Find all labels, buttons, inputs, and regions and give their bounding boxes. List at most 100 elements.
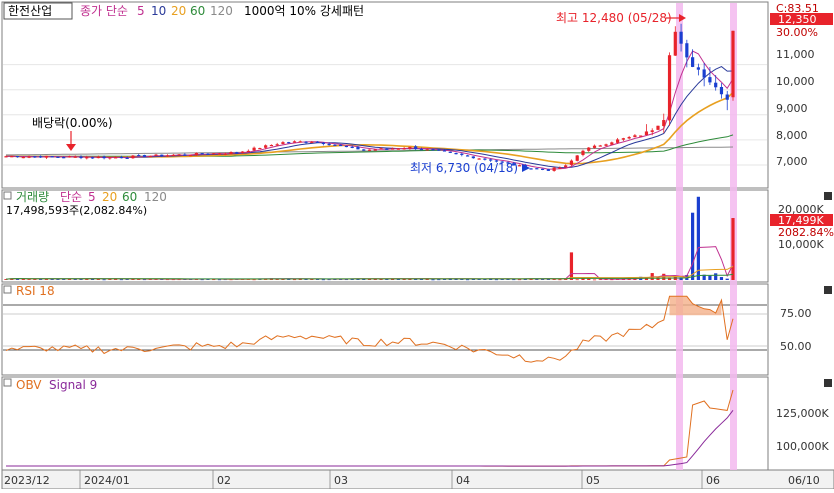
candle-up [148, 155, 152, 158]
volume-value-text: 17,498,593주(2,082.84%) [6, 204, 147, 217]
candle-down [142, 155, 147, 157]
x-axis-label: 06 [706, 474, 720, 487]
ma-period-20: 20 [171, 4, 186, 18]
obv-close-icon[interactable] [824, 379, 832, 387]
candle-up [240, 151, 245, 153]
x-axis-label: 05 [586, 474, 600, 487]
candle-down [529, 168, 533, 170]
candle-down [414, 146, 418, 150]
candle-up [264, 145, 268, 148]
candle-up [673, 31, 677, 56]
obv-signal-label: Signal 9 [49, 378, 97, 392]
obv-panel[interactable] [1, 376, 769, 471]
candle-down [333, 144, 337, 146]
candle-down [315, 141, 320, 143]
candle-up [639, 135, 643, 137]
volume-bar [592, 279, 597, 281]
candle-up [27, 156, 31, 158]
candle-up [662, 120, 666, 127]
candle-up [564, 165, 568, 168]
candle-down [725, 94, 729, 100]
candle-up [379, 148, 383, 150]
candle-up [616, 139, 620, 143]
candle-down [39, 156, 43, 158]
volume-axis-label: 10,000K [778, 238, 824, 251]
candle-up [396, 148, 400, 150]
candle-down [321, 142, 325, 145]
candle-up [85, 157, 89, 159]
candle-down [90, 157, 95, 159]
rsi-close-icon[interactable] [824, 286, 832, 294]
obv-axis-label: 100,000K [776, 440, 829, 453]
candle-down [102, 156, 106, 159]
obv-collapse-icon[interactable] [3, 378, 12, 387]
candle-up [517, 165, 522, 167]
candle-up [477, 158, 481, 160]
volume-collapse-icon[interactable] [3, 191, 12, 200]
candle-up [569, 160, 574, 165]
candle-down [160, 154, 164, 157]
candle-down [33, 156, 37, 158]
volume-bar [431, 279, 435, 281]
candle-down [56, 156, 60, 158]
x-axis-label: 02 [217, 474, 231, 487]
price-panel[interactable] [1, 1, 769, 189]
candle-down [419, 149, 424, 151]
volume-bar [575, 279, 579, 281]
rsi-collapse-icon[interactable] [3, 285, 12, 294]
ma-period-10: 10 [151, 4, 166, 18]
candle-up [96, 156, 100, 159]
candle-up [408, 146, 412, 149]
candle-down [437, 149, 441, 151]
candle-up [292, 141, 297, 143]
volume-title: 거래량 [16, 190, 49, 204]
candle-down [448, 151, 452, 153]
x-axis-label: 2024/01 [84, 474, 130, 487]
volume-bar [696, 196, 700, 280]
pattern-label: 1000억 10% 강세패턴 [244, 4, 364, 18]
price-axis-label: 10,000 [776, 75, 815, 88]
candle-up [656, 125, 660, 130]
ma-period-60: 60 [190, 4, 205, 18]
rsi-axis-label: 50.00 [780, 340, 812, 353]
volume-close-icon[interactable] [824, 192, 832, 200]
candle-up [425, 149, 429, 151]
candle-up [667, 55, 672, 121]
candle-up [633, 135, 637, 138]
low-annotation: 최저 6,730 (04/18) [410, 161, 518, 175]
candle-down [125, 157, 129, 159]
candle-up [171, 154, 175, 157]
candle-down [431, 149, 435, 151]
candle-up [154, 154, 158, 156]
candle-down [200, 153, 204, 155]
candle-up [373, 149, 377, 151]
candle-down [454, 152, 458, 155]
candle-up [575, 155, 579, 161]
x-axis-label: 04 [456, 474, 470, 487]
candle-up [108, 157, 112, 159]
candle-up [165, 155, 170, 157]
candle-up [558, 167, 562, 169]
candle-down [685, 43, 689, 58]
candle-up [587, 147, 591, 151]
stock-chart-window: 한전산업 종가 단순 5 10 20 60 120 1000억 10% 강세패턴… [0, 0, 834, 490]
candle-up [731, 30, 735, 98]
candle-up [581, 150, 585, 156]
volume-bar [437, 279, 441, 281]
candle-up [269, 144, 274, 147]
candle-down [344, 145, 349, 148]
candle-up [177, 154, 181, 156]
chart-canvas: 한전산업 종가 단순 5 10 20 60 120 1000억 10% 강세패턴… [1, 1, 834, 490]
rsi-panel[interactable] [1, 283, 769, 376]
candle-up [650, 130, 654, 132]
price-current-value: 12,350 [778, 13, 817, 26]
candle-up [258, 147, 262, 150]
candle-down [287, 142, 291, 144]
candle-up [275, 144, 279, 146]
candle-up [298, 141, 302, 143]
rsi-axis-label: 75.00 [780, 307, 812, 320]
volume-ma-5: 5 [88, 190, 96, 204]
volume-bar [465, 279, 470, 281]
candle-down [708, 77, 712, 83]
candle-down [119, 156, 123, 159]
